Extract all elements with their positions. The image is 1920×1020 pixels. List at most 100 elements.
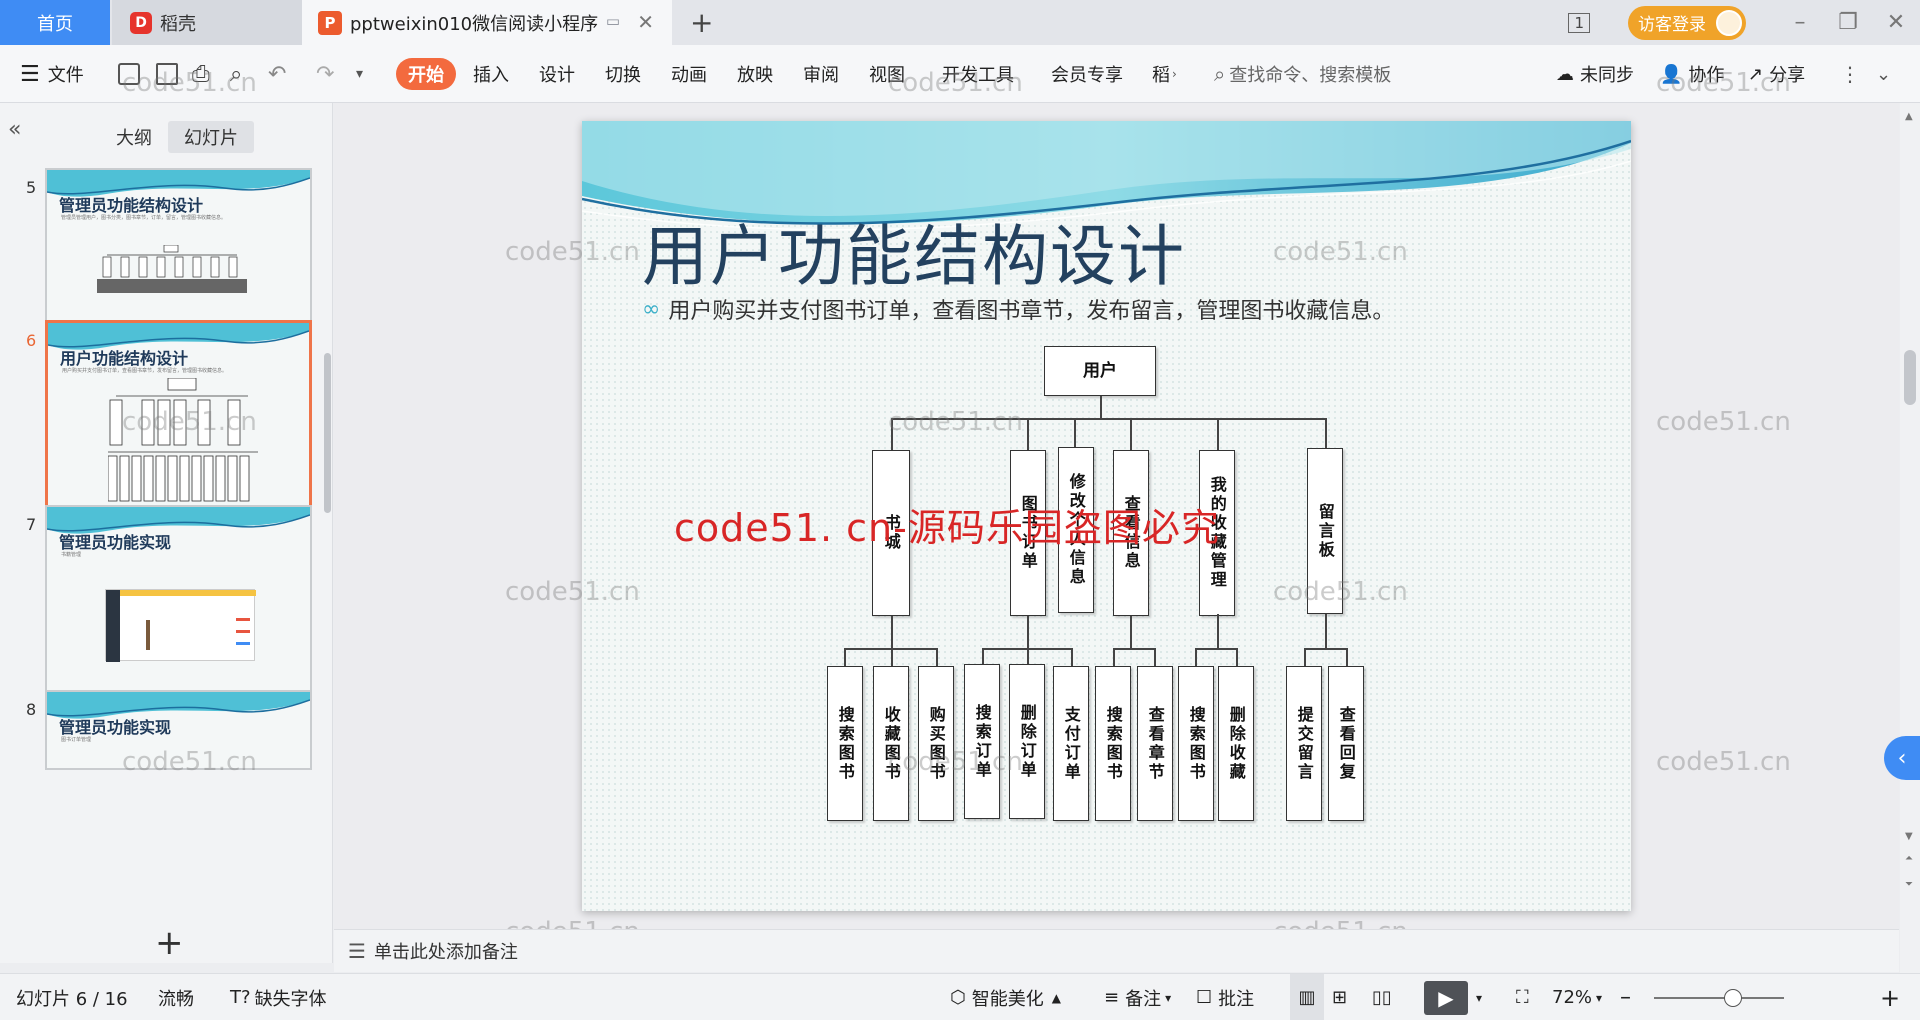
node-level2[interactable]: 搜索图书	[827, 666, 863, 821]
sync-label: 未同步	[1580, 65, 1634, 86]
connector	[1130, 616, 1132, 648]
slide-counter[interactable]: 幻灯片 6 / 16	[16, 974, 128, 1020]
tab-start[interactable]: 开始	[396, 58, 456, 90]
play-options-dropdown-icon[interactable]: ▾	[1476, 974, 1482, 1020]
connector	[844, 648, 846, 666]
slide-sorter-icon[interactable]: ⊞	[1332, 974, 1347, 1020]
tab-daoke[interactable]: D 稻壳	[112, 0, 302, 45]
add-slide-icon[interactable]: +	[155, 923, 184, 963]
tab-slides[interactable]: 幻灯片	[168, 121, 254, 153]
undo-icon[interactable]: ↶	[268, 45, 286, 103]
scroll-down-icon[interactable]: ▼	[1905, 831, 1913, 842]
node-level2[interactable]: 删除收藏	[1218, 666, 1254, 821]
command-search[interactable]: ⌕ 查找命令、搜索模板	[1214, 45, 1391, 103]
collapse-panel-icon[interactable]: «	[8, 117, 21, 142]
notes-area[interactable]: ☰ 单击此处添加备注	[334, 929, 1899, 972]
watermark-red: code51. cn-源码乐园盗图必究	[674, 506, 1220, 550]
notes-icon: ☰	[348, 939, 366, 963]
node-level2[interactable]: 支付订单	[1053, 666, 1089, 821]
slide-bullet[interactable]: ∞ 用户购买并支付图书订单，查看图书章节，发布留言，管理图书收藏信息。	[642, 293, 1394, 325]
prev-slide-icon[interactable]: ⏶	[1905, 853, 1913, 864]
comment-button[interactable]: ☐ 批注	[1196, 974, 1254, 1020]
connector	[1113, 648, 1115, 666]
collapse-ribbon-icon[interactable]: ⌄	[1876, 45, 1891, 103]
maximize-icon[interactable]: ❐	[1824, 10, 1872, 35]
tab-insert[interactable]: 插入	[473, 45, 509, 103]
close-window-icon[interactable]: ✕	[1872, 10, 1920, 35]
status-bar: 幻灯片 6 / 16 流畅 T? 缺失字体 ⬡ 智能美化 ▲ ≡ 备注 ▾ ☐ …	[0, 973, 1920, 1020]
cloud-icon: ☁	[1556, 63, 1574, 85]
more-options-icon[interactable]: ⋮	[1840, 45, 1860, 103]
zoom-slider[interactable]	[1654, 974, 1784, 1020]
menu-icon: ☰	[20, 61, 40, 87]
zoom-slider-knob[interactable]	[1724, 988, 1742, 1007]
watermark: code51.cn	[122, 747, 257, 777]
tab-outline[interactable]: 大纲	[100, 121, 168, 153]
tab-design[interactable]: 设计	[539, 45, 575, 103]
watermark: code51.cn	[888, 68, 1023, 98]
scroll-up-icon[interactable]: ▲	[1905, 111, 1913, 122]
zoom-in-icon[interactable]: +	[1880, 974, 1900, 1020]
node-level2[interactable]: 收藏图书	[873, 666, 909, 821]
window-detach-icon[interactable]: ▭	[606, 12, 620, 30]
connector	[1071, 648, 1073, 666]
thumb-subtitle: 用户购买并支付图书订单，查看图书章节，发布留言，管理图书收藏信息。	[62, 368, 228, 374]
node-level2[interactable]: 查看回复	[1328, 666, 1364, 821]
minimize-icon[interactable]: –	[1776, 10, 1824, 35]
vertical-scrollbar[interactable]: ▲ ▼ ⏶ ⏷	[1900, 103, 1920, 973]
node-level2[interactable]: 删除订单	[1009, 664, 1045, 819]
side-panel-toggle-icon[interactable]: ‹	[1884, 736, 1920, 780]
tab-home-label: 首页	[37, 13, 73, 35]
ppt-logo-icon: P	[318, 10, 342, 35]
play-slideshow-button[interactable]: ▶	[1424, 974, 1468, 1020]
connector	[891, 616, 893, 648]
tab-slideshow[interactable]: 放映	[737, 45, 773, 103]
more-tabs-icon[interactable]: ›	[1172, 45, 1177, 103]
missing-font-button[interactable]: T? 缺失字体	[230, 974, 327, 1020]
zoom-out-icon[interactable]: –	[1620, 974, 1631, 1020]
connector	[1217, 418, 1219, 450]
thumb-number: 8	[26, 700, 37, 719]
tab-review[interactable]: 审阅	[803, 45, 839, 103]
node-level2[interactable]: 搜索订单	[964, 664, 1000, 819]
node-level2[interactable]: 购买图书	[918, 666, 954, 821]
quick-access-dropdown-icon[interactable]: ▾	[356, 45, 363, 103]
sync-status[interactable]: ☁ 未同步	[1556, 45, 1634, 103]
node-root[interactable]: 用户	[1044, 346, 1156, 396]
tab-member[interactable]: 会员专享	[1051, 45, 1123, 103]
slide-thumbnail[interactable]: 管理员功能实现 书籍管理	[45, 505, 312, 705]
scrollbar-thumb[interactable]	[1904, 350, 1916, 405]
tab-transition[interactable]: 切换	[605, 45, 641, 103]
slide-title[interactable]: 用户功能结构设计	[642, 203, 1186, 299]
tab-document[interactable]: P pptweixin010微信阅读小程序 ▭ ✕	[302, 0, 672, 45]
new-tab-icon[interactable]: +	[690, 6, 713, 39]
zoom-slider-track[interactable]	[1654, 988, 1784, 1007]
font-warning-icon: T?	[230, 987, 251, 1008]
node-level2[interactable]: 搜索图书	[1178, 666, 1214, 821]
zoom-level[interactable]: 72% ▾	[1552, 974, 1602, 1020]
smart-beautify-button[interactable]: ⬡ 智能美化 ▲	[950, 974, 1061, 1020]
notes-toggle-button[interactable]: ≡ 备注 ▾	[1104, 974, 1171, 1020]
next-slide-icon[interactable]: ⏷	[1905, 879, 1913, 890]
node-level2[interactable]: 搜索图书	[1095, 666, 1131, 821]
thumb-number: 7	[26, 515, 37, 534]
redo-icon[interactable]: ↷	[316, 45, 334, 103]
watermark: code51.cn	[1656, 68, 1791, 98]
visitor-login-button[interactable]: 访客登录	[1628, 5, 1746, 40]
tab-daoke-partial[interactable]: 稻	[1152, 45, 1170, 103]
connector	[1236, 648, 1238, 666]
tab-animation[interactable]: 动画	[671, 45, 707, 103]
file-menu[interactable]: ☰ 文件	[20, 45, 84, 103]
tab-home[interactable]: 首页	[0, 0, 110, 45]
window-layout-icon[interactable]: 1	[1568, 12, 1590, 33]
node-level2[interactable]: 查看章节	[1137, 666, 1173, 821]
thumb-diagram	[97, 245, 247, 293]
close-tab-icon[interactable]: ✕	[637, 10, 654, 34]
smooth-mode[interactable]: 流畅	[158, 974, 194, 1020]
reading-view-icon[interactable]: ▯▯	[1372, 974, 1392, 1020]
fit-window-icon[interactable]: ⛶	[1516, 974, 1529, 1020]
bullet-icon: ∞	[642, 296, 661, 322]
normal-view-icon[interactable]: ▥	[1290, 974, 1324, 1020]
thumbnail-scrollbar[interactable]	[324, 353, 331, 513]
node-level2[interactable]: 提交留言	[1286, 666, 1322, 821]
